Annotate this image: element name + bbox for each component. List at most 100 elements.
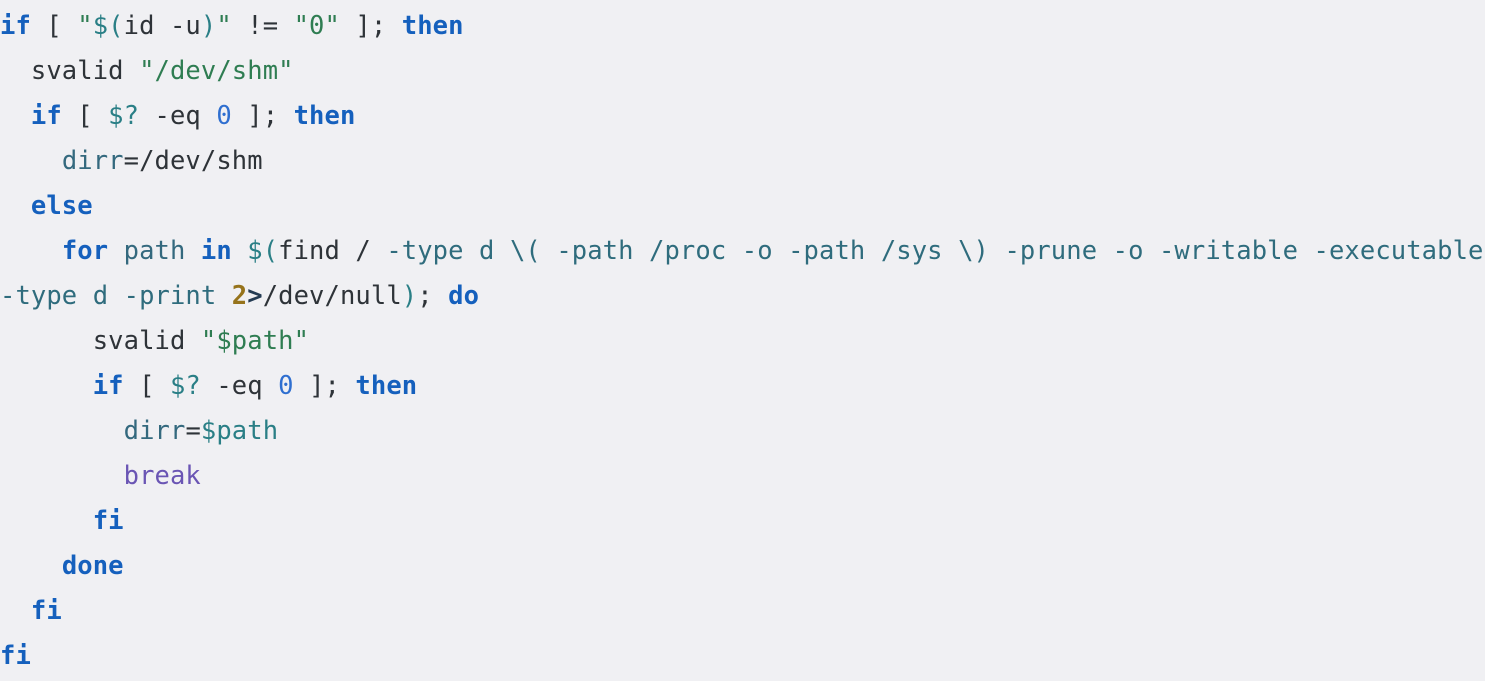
code-token-flag: -o (741, 236, 773, 266)
code-token-kw: then (293, 101, 356, 131)
code-token-kw: fi (30, 596, 62, 626)
code-token-flag: /proc (649, 236, 727, 266)
code-token-var: $path (200, 416, 279, 446)
code-line: dirr=/dev/shm (0, 139, 1485, 184)
code-token-kw: if (0, 11, 31, 41)
code-token-punct: [ (46, 11, 62, 41)
code-token-var: $? (108, 101, 140, 131)
code-token-kw: in (200, 236, 232, 266)
code-token-plain: /dev/shm (139, 146, 263, 176)
code-line: else (0, 184, 1485, 229)
code-token-punct: ; (324, 371, 340, 401)
code-token-var: ) (401, 281, 418, 311)
code-token-var: ) (200, 11, 217, 41)
code-token-plain: id (123, 11, 155, 41)
code-token-flag: \) (958, 236, 989, 266)
code-token-str: " (77, 11, 93, 41)
code-token-kw: fi (92, 506, 124, 536)
code-token-varname: dirr (61, 146, 124, 176)
code-line: done (0, 544, 1485, 589)
code-token-plain: svalid (92, 326, 186, 356)
code-token-var: $? (169, 371, 201, 401)
code-token-punct: [ (139, 371, 155, 401)
code-line: fi (0, 589, 1485, 634)
code-token-kw: then (401, 11, 464, 41)
code-token-kw: fi (0, 641, 31, 671)
code-token-flag: -path (788, 236, 866, 266)
code-token-flag: d (92, 281, 109, 311)
code-token-plain: != (247, 11, 279, 41)
code-token-flag: -writable (1158, 236, 1299, 266)
code-token-punct: ; (417, 281, 433, 311)
code-line: fi (0, 499, 1485, 544)
code-token-num: 0 (216, 101, 232, 131)
code-token-kw: else (30, 191, 93, 221)
code-token-kw: if (92, 371, 124, 401)
code-token-kw: if (30, 101, 62, 131)
code-line: if [ $? -eq 0 ]; then (0, 94, 1485, 139)
code-line: svalid "/dev/shm" (0, 49, 1485, 94)
code-token-kw: do (448, 281, 480, 311)
code-token-plain: find (278, 236, 340, 266)
code-token-punct: ] (247, 101, 263, 131)
code-line: break (0, 454, 1485, 499)
code-token-var: $( (92, 11, 124, 41)
code-token-punct: ; (262, 101, 279, 131)
code-token-varname: dirr (123, 416, 186, 446)
code-line: if [ "$(id -u)" != "0" ]; then (0, 4, 1485, 49)
code-token-redir: > (247, 281, 263, 311)
code-token-flag: -type (386, 236, 464, 266)
code-line: svalid "$path" (0, 319, 1485, 364)
code-token-flag: d (479, 236, 495, 266)
bash-code-block: if [ "$(id -u)" != "0" ]; then svalid "/… (0, 0, 1485, 681)
code-token-flag: /sys (880, 236, 943, 266)
code-token-flag: -type (0, 281, 78, 311)
code-token-str: " (293, 326, 310, 356)
code-token-punct: [ (77, 101, 93, 131)
code-line: fi (0, 634, 1485, 679)
code-token-punct: ] (355, 11, 371, 41)
code-token-kw: for (61, 236, 109, 266)
code-token-punct: ] (309, 371, 325, 401)
code-token-flag: -o (1112, 236, 1144, 266)
code-line: for path in $(find / -type d \( -path /p… (0, 229, 1485, 319)
code-token-plain: -u (169, 11, 201, 41)
code-token-builtin: break (123, 461, 201, 491)
code-token-plain: svalid (30, 56, 124, 86)
